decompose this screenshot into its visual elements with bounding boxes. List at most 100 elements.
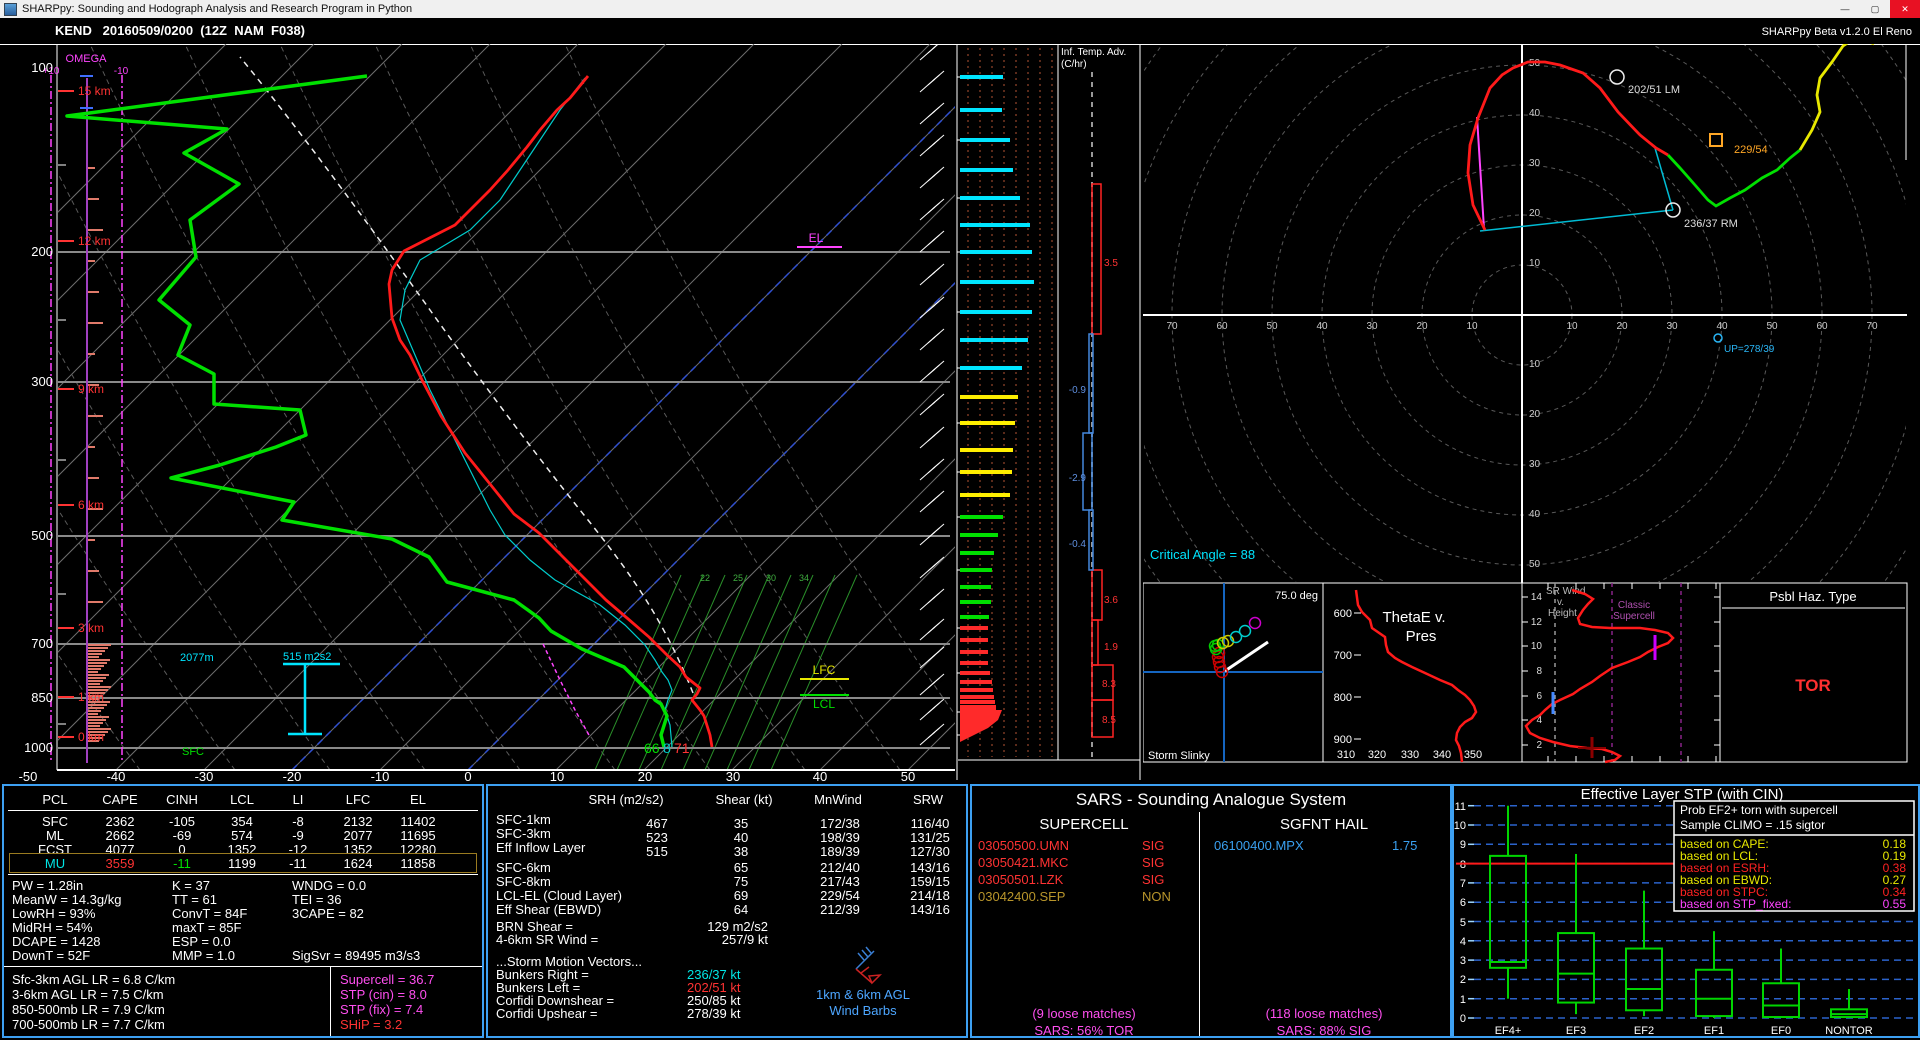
t-10: -10: [371, 769, 390, 784]
pcl-lfc: 2077: [343, 828, 373, 843]
decor: [927, 110, 936, 118]
ring-r20: 20: [1616, 321, 1628, 332]
decor: [1695, 968, 1733, 1018]
lapse-700: 700-500mb LR = 7.7 C/km: [12, 1017, 165, 1032]
decor: [115, 44, 843, 770]
pcl-name: SFC: [42, 814, 68, 829]
stat-esp: ESP = 0.0: [172, 934, 231, 949]
adv-val-3: -0.4: [1069, 539, 1087, 550]
decor: [907, 722, 955, 770]
up-label: UP=278/39: [1724, 344, 1775, 355]
stat-downt: DownT = 52F: [12, 948, 91, 963]
t-50: -50: [19, 769, 38, 784]
hazard-panel: Psbl Haz. Type TOR: [1722, 589, 1905, 695]
kin-label: Eff Inflow Layer: [496, 840, 586, 855]
sars-match-type: SIG: [1142, 855, 1165, 870]
pcl-cape: 2662: [105, 828, 135, 843]
sharppy-window: SHARPpy: Sounding and Hodograph Analysis…: [0, 0, 1920, 1040]
adv-val-4: 3.6: [1104, 595, 1118, 606]
stp-chart: Effective Layer STP (with CIN) 11 10 9 8…: [1454, 786, 1915, 1037]
col-srw: SRW: [912, 792, 944, 807]
stp-panel: Effective Layer STP (with CIN) 11 10 9 8…: [1452, 784, 1920, 1038]
lcl-label: LCL: [813, 697, 835, 711]
sfc-label: SFC: [182, 746, 204, 758]
thetae-title-1: ThetaE v.: [1382, 609, 1445, 626]
kin-shear: 38: [733, 844, 749, 859]
stat-meanw: MeanW = 14.3g/kg: [12, 892, 122, 907]
ring-d10: 10: [1529, 359, 1541, 370]
ring-u30: 30: [1529, 158, 1541, 169]
ring-l70: 70: [1166, 321, 1178, 332]
left-mover-marker[interactable]: [1609, 69, 1625, 85]
col-lfc: LFC: [345, 792, 371, 807]
omega-minus10: -10: [114, 66, 129, 77]
barb-caption-1: 1km & 6km AGL: [816, 987, 910, 1002]
stp-legend: Prob EF2+ torn with supercell Sample CLI…: [1673, 800, 1915, 912]
kin-mnwind: 212/39: [820, 902, 860, 917]
maximize-button[interactable]: ▢: [1860, 0, 1890, 18]
pressure-labels: 100 200 300 500 700 850 1000: [24, 60, 53, 755]
p-1000: 1000: [24, 740, 53, 755]
decor: [927, 731, 936, 739]
decor: [682, 574, 770, 771]
mixr-0: 22: [700, 573, 710, 583]
downdraft-trace: [542, 643, 591, 738]
skewt-plot[interactable]: OMEGA +10 -10 15 km 12 km 9 km 6 km 3 km…: [0, 44, 958, 784]
kin-srw: 159/15: [910, 874, 950, 889]
minimize-button[interactable]: —: [1830, 0, 1860, 18]
kin-srh: 467: [646, 816, 668, 831]
mixing-ratio-labels: 22 25 30 34: [700, 573, 809, 583]
sars-match-id: 03050500.UMN: [978, 838, 1070, 853]
sars-match-type: SIG: [1142, 838, 1165, 853]
classic-label-2: Supercell: [1613, 611, 1655, 622]
ring-r70: 70: [1866, 321, 1878, 332]
adv-val-7: 8.5: [1102, 715, 1116, 726]
ring-r40: 40: [1716, 321, 1728, 332]
hodograph-plot[interactable]: 70 60 50 40 30 20 10 10 20 30 40 50 60 7…: [1143, 44, 1920, 784]
storm-motion-labels: 202/51 LM 236/37 RM 229/54 UP=278/39 Cri…: [1150, 84, 1775, 562]
mean-wind-marker[interactable]: [1709, 133, 1723, 147]
parcel-level-markers: EL LFC LCL: [797, 231, 849, 711]
kin-mnwind: 229/54: [820, 888, 860, 903]
lapse-sfc3: Sfc-3km AGL LR = 6.8 C/km: [12, 972, 176, 987]
pcl-lfc: 2132: [343, 814, 373, 829]
dewpoint-trace: [65, 74, 669, 748]
el-label: EL: [809, 231, 824, 245]
pcl-el: 11402: [400, 814, 436, 829]
inflow-shear-line: [1476, 116, 1485, 230]
decor: [927, 681, 936, 689]
kin-label: SFC-3km: [496, 826, 551, 841]
lm-label: 202/51 LM: [1628, 84, 1680, 96]
t30: 30: [726, 769, 740, 784]
pcl-li: -11: [289, 856, 307, 871]
p-200: 200: [31, 244, 53, 259]
decor: [379, 194, 955, 770]
decor: [467, 282, 955, 770]
decor: [1762, 982, 1800, 1019]
sars-supercell-matches-count: (9 loose matches): [1032, 1006, 1136, 1021]
updraft-marker[interactable]: [1713, 333, 1723, 343]
kin-shear: 35: [733, 816, 749, 831]
kin-mnwind: 198/39: [820, 830, 860, 845]
index-ship: SHiP = 3.2: [340, 1017, 403, 1032]
temp-adv-panel: Inf. Temp. Adv. (C/hr) 3.5 -0.9 -2.9 -0.…: [1061, 47, 1126, 758]
ring-d50: 50: [1529, 559, 1541, 570]
temp-axis: -50 -40 -30 -20 -10 0 10 20 30 40 50: [19, 769, 916, 784]
srw46-value: 257/9 kt: [721, 932, 768, 947]
ring-u50: 50: [1529, 58, 1541, 69]
adv-val-1: -0.9: [1069, 385, 1087, 396]
stat-k: K = 37: [172, 878, 210, 893]
ring-r30: 30: [1666, 321, 1678, 332]
effective-inflow-marker: 2077m 515 m2s2: [180, 651, 340, 736]
kin-mnwind: 217/43: [820, 874, 860, 889]
stp-y11: 11: [1455, 801, 1466, 813]
stat-pw: PW = 1.28in: [12, 878, 84, 893]
stat-tei: TEI = 36: [292, 892, 342, 907]
close-button[interactable]: ✕: [1890, 0, 1920, 18]
decor: [555, 370, 955, 770]
sr-14: 14: [1531, 592, 1543, 603]
col-lcl: LCL: [230, 792, 254, 807]
p-700: 700: [31, 636, 53, 651]
omega-bars: [88, 167, 111, 742]
speed-ticks: [957, 76, 963, 736]
